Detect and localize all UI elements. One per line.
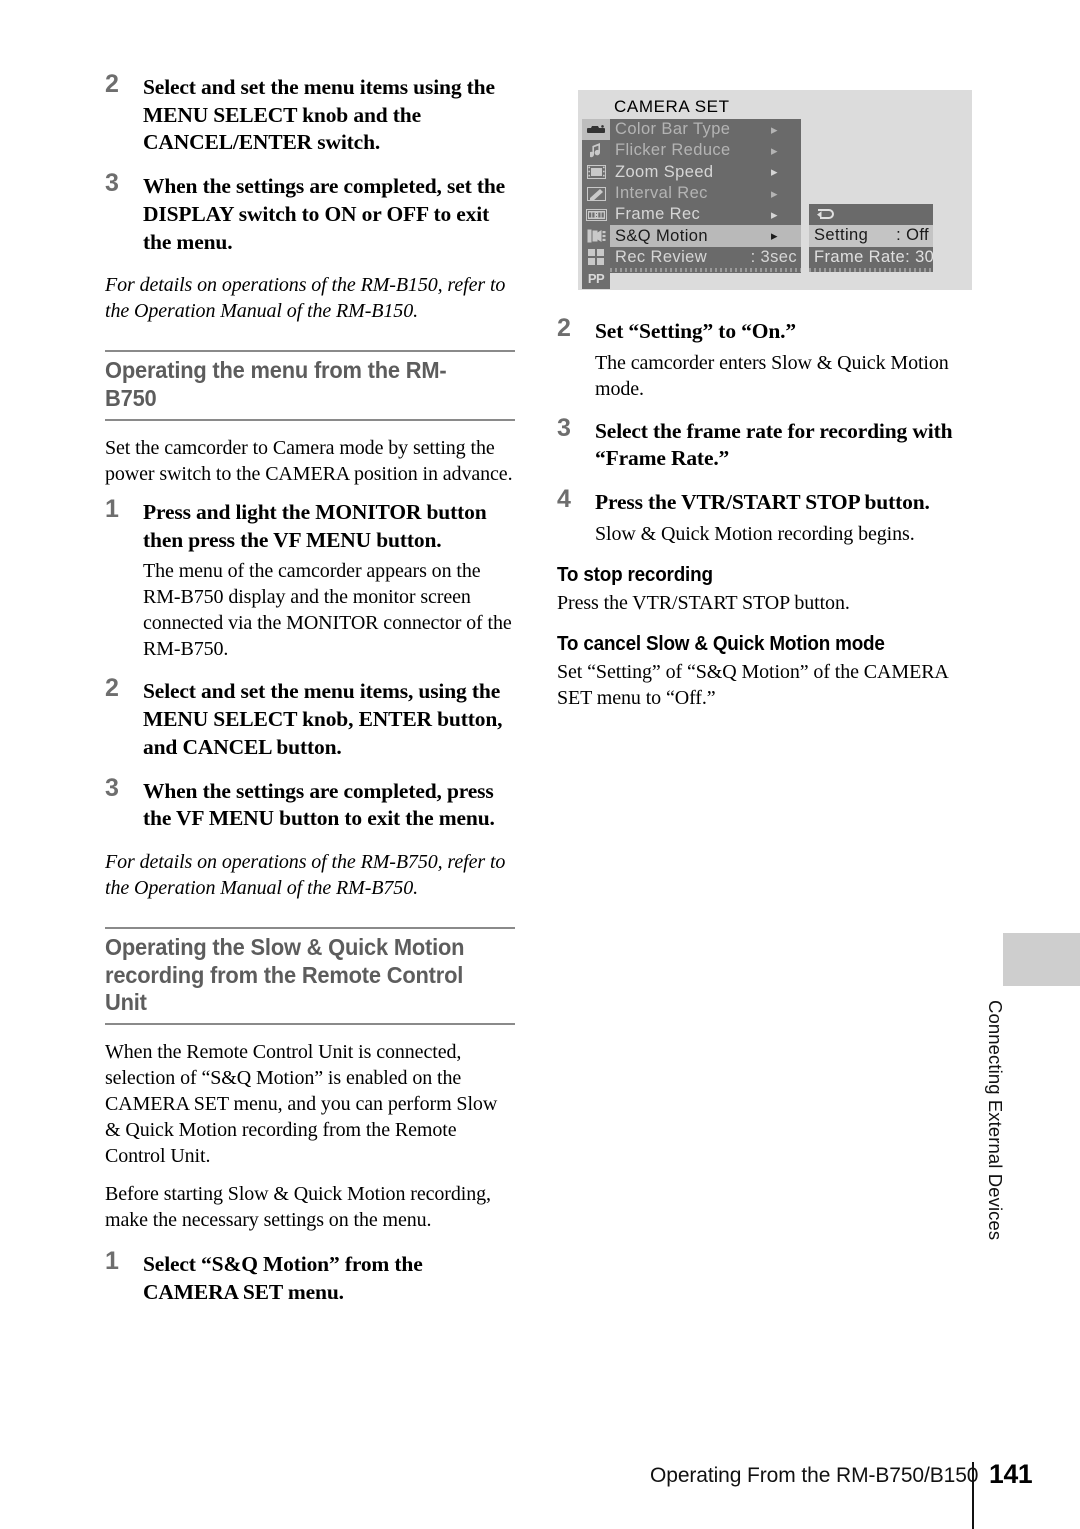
note-rm-b150: For details on operations of the RM-B150… [105,274,506,323]
submenu-item-setting[interactable]: Setting : Off [809,225,933,247]
submenu-return-row[interactable] [809,204,933,225]
menu-item-flicker-reduce[interactable]: Flicker Reduce ▸ [610,140,801,161]
camera-icon [582,119,610,141]
step-body: Slow & Quick Motion recording begins. [595,522,915,545]
step-title: Press and light the MONITOR button then … [143,499,487,552]
step-title: Select the frame rate for recording with… [595,418,953,471]
section-heading-text-line1: Operating the Slow & Quick Motion [105,933,465,960]
step-number: 2 [557,314,571,342]
step-number: 3 [105,773,119,802]
submenu-item-label: Setting [814,226,869,245]
submenu-arrow-icon: ▸ [771,228,778,244]
menu-item-label: S&Q Motion [615,226,708,245]
audio-note-icon [582,140,610,162]
menu-item-label: Color Bar Type [615,120,731,139]
step-number: 4 [557,485,571,514]
section2-paragraph-1: When the Remote Control Unit is connecte… [105,1041,498,1168]
menu-item-color-bar-type[interactable]: Color Bar Type ▸ [610,119,801,140]
step-item: 2 Set “Setting” to “On.” The camcorder e… [557,314,977,402]
footer-chapter-title: Operating From the RM-B750/B150 [650,1464,979,1487]
step-item: 3 When the settings are completed, press… [105,774,515,833]
submenu-arrow-icon: ▸ [771,206,778,222]
step-item: 2 Select and set the menu items using th… [105,70,515,157]
step-number: 2 [105,70,119,98]
step-title: Press the VTR/START STOP button. [595,490,930,515]
menu-item-label: Rec Review [615,247,708,266]
page-number: 141 [989,1459,1033,1489]
menu-item-label: Interval Rec [615,184,708,203]
picture-profile-icon: PP [582,268,610,290]
left-column: 2 Select and set the menu items using th… [105,70,515,1323]
video-film-icon [582,161,610,183]
section-intro: Set the camcorder to Camera mode by sett… [105,436,513,485]
menu-item-list: Color Bar Type ▸ Flicker Reduce ▸ Zoom S… [610,119,801,274]
step-item: 1 Select “S&Q Motion” from the CAMERA SE… [105,1247,515,1306]
timecode-icon [582,204,610,226]
note-rm-b750: For details on operations of the RM-B750… [105,850,506,899]
submenu-arrow-icon: ▸ [771,121,778,137]
menu-item-value: : 3sec [750,247,797,266]
submenu-item-value: : 30 [905,247,935,266]
step-number: 2 [105,674,119,703]
menu-item-label: Flicker Reduce [615,141,731,160]
to-cancel-sq-mode-body: Set “Setting” of “S&Q Motion” of the CAM… [557,660,948,709]
step-body: The menu of the camcorder appears on the… [143,560,512,661]
menu-item-interval-rec[interactable]: Interval Rec ▸ [610,183,801,204]
step-number: 3 [557,413,571,442]
screen-pencil-icon [582,182,610,205]
menu-scroll-dots [610,268,801,273]
menu-item-rec-review[interactable]: Rec Review : 3sec [610,247,801,268]
picture-profile-label: PP [587,271,605,287]
menu-item-frame-rec[interactable]: Frame Rec ▸ [610,204,801,225]
menu-title: CAMERA SET [614,97,730,116]
return-arrow-icon [817,209,834,220]
chapter-tab-marker [1003,933,1080,986]
step-number: 1 [105,494,119,523]
chapter-tab-label: Connecting External Devices [985,1000,1006,1241]
step-item: 1 Press and light the MONITOR button the… [105,495,515,662]
menu-item-label: Frame Rec [615,205,701,224]
menu-item-zoom-speed[interactable]: Zoom Speed ▸ [610,162,801,183]
step-item: 3 Select the frame rate for recording wi… [557,414,977,473]
step-number: 3 [105,169,119,198]
step-title: When the settings are completed, set the… [143,174,506,254]
step-title: Select and set the menu items using the … [143,75,495,155]
subheading-to-stop-recording: To stop recording [557,562,713,586]
step-number: 1 [105,1247,119,1276]
menu-icon-rail: PP [582,119,610,290]
output-display-icon [582,225,610,247]
section-heading-rm-b750: Operating the menu from the RM-B750 [105,350,515,421]
step-body: The camcorder enters Slow & Quick Motion… [595,351,949,400]
submenu-arrow-icon: ▸ [771,164,778,180]
right-column: 2 Set “Setting” to “On.” The camcorder e… [557,314,977,723]
step-title: Select and set the menu items, using the… [143,679,503,759]
camera-set-menu-screenshot: CAMERA SET PP Color Bar Type ▸ Flicker R… [578,90,972,290]
submenu-item-frame-rate[interactable]: Frame Rate : 30 [809,247,935,268]
submenu-item-label: Frame Rate [814,247,906,266]
step-item: 2 Select and set the menu items, using t… [105,674,515,761]
submenu-scroll-dots [809,267,933,272]
section-heading-text: Operating the menu from the RM-B750 [105,357,447,412]
step-item: 4 Press the VTR/START STOP button. Slow … [557,485,977,547]
sq-motion-submenu: Setting : Off Frame Rate : 30 [809,204,935,272]
menu-item-label: Zoom Speed [615,162,714,181]
footer-divider [972,1462,974,1529]
step-title: When the settings are completed, press t… [143,778,495,831]
section-heading-text-line2: recording from the Remote Control Unit [105,961,464,1016]
section2-paragraph-2: Before starting Slow & Quick Motion reco… [105,1183,491,1232]
step-title: Select “S&Q Motion” from the CAMERA SET … [143,1252,423,1304]
menu-item-sq-motion[interactable]: S&Q Motion ▸ [610,225,801,247]
grid-squares-icon [582,246,610,269]
step-title: Set “Setting” to “On.” [595,319,796,343]
submenu-item-value: : Off [896,226,929,245]
to-stop-recording-body: Press the VTR/START STOP button. [557,591,850,614]
section-heading-slow-quick-motion: Operating the Slow & Quick Motion record… [105,926,515,1026]
step-item: 3 When the settings are completed, set t… [105,169,515,256]
subheading-to-cancel-sq-mode: To cancel Slow & Quick Motion mode [557,631,885,655]
submenu-arrow-icon: ▸ [771,142,778,158]
submenu-arrow-icon: ▸ [771,185,778,201]
